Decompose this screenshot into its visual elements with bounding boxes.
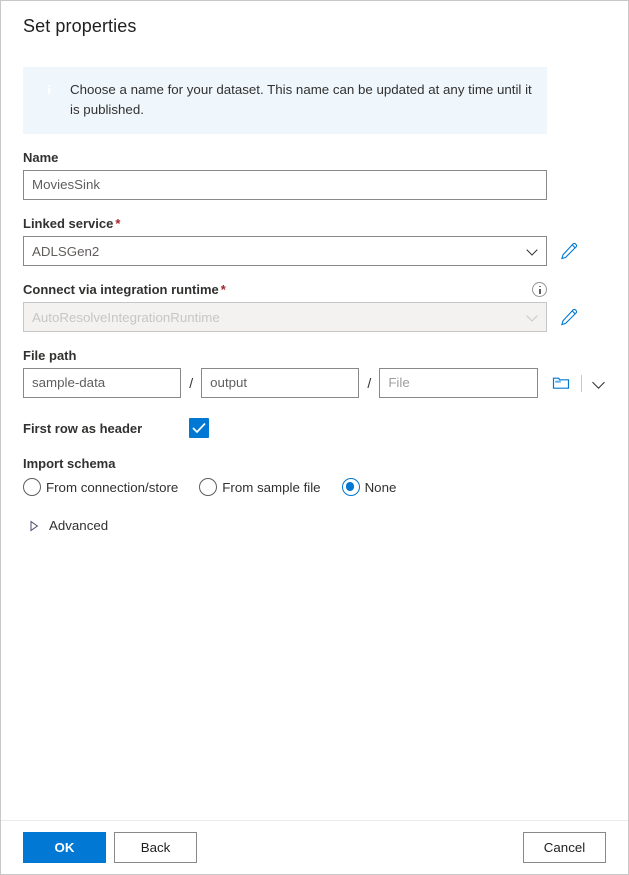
- radio-circle-icon: [23, 478, 41, 496]
- folder-browse-icon[interactable]: [551, 373, 571, 393]
- info-message-text: Choose a name for your dataset. This nam…: [70, 82, 532, 117]
- checkmark-icon: [192, 422, 206, 434]
- integration-runtime-label-row: Connect via integration runtime *: [23, 282, 547, 297]
- integration-runtime-dropdown: AutoResolveIntegrationRuntime: [23, 302, 547, 332]
- linked-service-label: Linked service *: [23, 216, 606, 231]
- linked-service-dropdown[interactable]: ADLSGen2: [23, 236, 547, 266]
- set-properties-dialog: Set properties Choose a name for your da…: [0, 0, 629, 875]
- radio-circle-selected-icon: [341, 478, 360, 496]
- file-path-label: File path: [23, 348, 77, 363]
- advanced-expander[interactable]: Advanced: [23, 518, 606, 533]
- cancel-button[interactable]: Cancel: [523, 832, 606, 863]
- linked-service-group: Linked service * ADLSGen2: [23, 216, 606, 266]
- radio-label: None: [364, 479, 397, 495]
- required-asterisk: *: [220, 282, 226, 297]
- required-asterisk: *: [115, 216, 121, 231]
- advanced-label: Advanced: [49, 518, 109, 533]
- radio-from-connection-store[interactable]: From connection/store: [23, 478, 178, 496]
- integration-runtime-row: AutoResolveIntegrationRuntime: [23, 302, 606, 332]
- back-button[interactable]: Back: [114, 832, 197, 863]
- name-input[interactable]: MoviesSink: [23, 170, 547, 200]
- integration-runtime-value: AutoResolveIntegrationRuntime: [32, 309, 220, 325]
- linked-service-value: ADLSGen2: [32, 243, 100, 259]
- first-row-as-header-checkbox[interactable]: [189, 418, 209, 438]
- file-path-group: File path sample-data / output / File: [23, 348, 606, 398]
- import-schema-label: Import schema: [23, 456, 116, 471]
- first-row-as-header-row: First row as header: [23, 418, 606, 438]
- chevron-down-icon: [526, 244, 540, 258]
- file-path-container-input[interactable]: sample-data: [23, 368, 182, 398]
- chevron-down-icon: [526, 310, 540, 324]
- file-path-row: sample-data / output / File: [23, 368, 606, 398]
- dialog-body: Set properties Choose a name for your da…: [1, 1, 628, 820]
- name-field-group: Name MoviesSink: [23, 150, 606, 200]
- linked-service-label-text: Linked service: [23, 216, 114, 231]
- radio-none[interactable]: None: [341, 478, 397, 496]
- radio-from-sample-file[interactable]: From sample file: [199, 478, 321, 496]
- divider: [580, 374, 582, 392]
- ok-button[interactable]: OK: [23, 832, 106, 863]
- file-path-chevron-down-icon[interactable]: [591, 375, 606, 391]
- radio-label: From sample file: [222, 479, 321, 495]
- integration-runtime-label: Connect via integration runtime *: [23, 282, 226, 297]
- info-outline-icon[interactable]: [532, 282, 547, 297]
- file-path-directory-input[interactable]: output: [201, 368, 360, 398]
- linked-service-row: ADLSGen2: [23, 236, 606, 266]
- name-label: Name: [23, 150, 59, 165]
- integration-runtime-group: Connect via integration runtime * AutoRes…: [23, 282, 606, 332]
- linked-service-edit-pencil-icon[interactable]: [560, 242, 578, 260]
- page-title: Set properties: [23, 16, 137, 36]
- dialog-footer: OK Back Cancel: [1, 820, 628, 874]
- chevron-right-triangle-icon: [29, 520, 39, 531]
- integration-runtime-edit-pencil-icon[interactable]: [560, 308, 578, 326]
- file-path-file-input[interactable]: File: [379, 368, 538, 398]
- integration-runtime-label-text: Connect via integration runtime: [23, 282, 219, 297]
- info-filled-icon: [41, 82, 57, 98]
- import-schema-group: Import schema From connection/store From…: [23, 456, 606, 496]
- radio-label: From connection/store: [46, 479, 179, 495]
- path-separator: /: [367, 375, 372, 391]
- import-schema-radio-group: From connection/store From sample file N…: [23, 478, 606, 496]
- radio-circle-icon: [199, 478, 218, 496]
- first-row-as-header-label: First row as header: [23, 420, 143, 436]
- path-separator: /: [189, 375, 194, 391]
- info-message-bar: Choose a name for your dataset. This nam…: [23, 67, 547, 134]
